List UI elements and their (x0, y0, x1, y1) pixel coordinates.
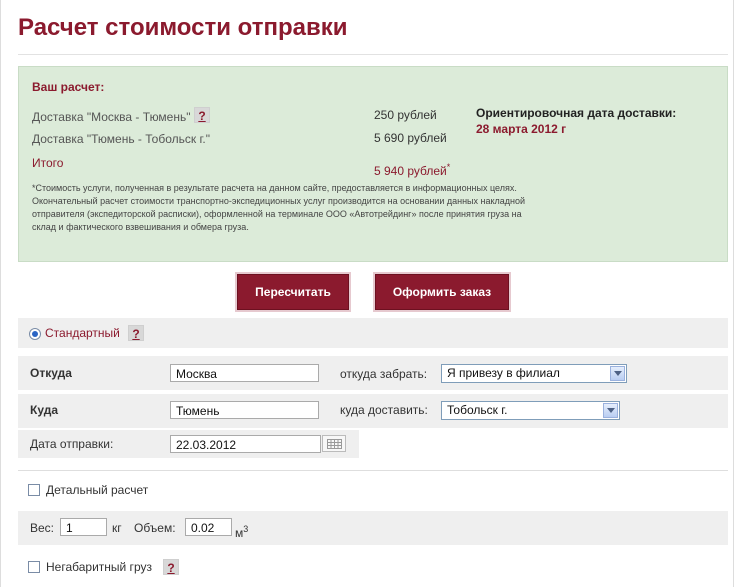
tariff-help-icon[interactable]: ? (128, 325, 144, 341)
pickup-chevron-down-icon[interactable] (610, 366, 625, 381)
send-date-label: Дата отправки: (30, 437, 114, 451)
total-price-value: 5 940 рублей (374, 164, 447, 178)
pickup-label: откуда забрать: (340, 367, 428, 381)
disclaimer-note: *Стоимость услуги, полученная в результа… (32, 183, 526, 232)
place-order-button[interactable]: Оформить заказ (375, 274, 509, 310)
calculation-result-panel: Ваш расчет: Доставка "Москва - Тюмень" ?… (18, 66, 728, 262)
volume-unit: м3 (235, 524, 248, 540)
from-label: Откуда (30, 366, 72, 380)
title-divider (18, 54, 728, 55)
pickup-select-value: Я привезу в филиал (447, 366, 560, 380)
total-price: 5 940 рублей* (374, 162, 450, 178)
to-label: Куда (30, 403, 58, 417)
delivery-chevron-down-icon[interactable] (603, 403, 618, 418)
volume-unit-text: м (235, 526, 244, 540)
oversize-label[interactable]: Негабаритный груз (46, 560, 152, 574)
tariff-standard-label[interactable]: Стандартный (45, 326, 120, 340)
delivery-date-value: 28 марта 2012 г (476, 122, 567, 136)
route-1-help-icon[interactable]: ? (194, 107, 210, 123)
weight-input[interactable]: 1 (60, 518, 107, 536)
cargo-band (18, 511, 728, 545)
total-label: Итого (32, 156, 64, 170)
to-city-input[interactable]: Тюмень (170, 401, 319, 419)
section-divider (18, 470, 728, 471)
detailed-calc-checkbox[interactable] (28, 484, 40, 496)
route-2-price: 5 690 рублей (374, 131, 447, 145)
pickup-select[interactable]: Я привезу в филиал (441, 364, 627, 383)
send-date-input[interactable]: 22.03.2012 (170, 435, 321, 453)
tariff-standard-radio[interactable] (29, 328, 41, 340)
route-2-label: Доставка "Тюмень - Тобольск г." (32, 132, 210, 146)
volume-label: Объем: (134, 521, 176, 535)
oversize-help-icon[interactable]: ? (163, 559, 179, 575)
calendar-icon[interactable] (322, 435, 346, 452)
delivery-select-value: Тобольск г. (447, 403, 508, 417)
detailed-calc-label[interactable]: Детальный расчет (46, 483, 148, 497)
delivery-label: куда доставить: (340, 403, 428, 417)
page-title: Расчет стоимости отправки (18, 14, 348, 41)
total-footnote-mark: * (446, 162, 451, 172)
tariff-band (18, 318, 728, 348)
oversize-checkbox[interactable] (28, 561, 40, 573)
weight-label: Вес: (30, 521, 55, 535)
delivery-select[interactable]: Тобольск г. (441, 401, 620, 420)
from-city-input[interactable]: Москва (170, 364, 319, 382)
volume-input[interactable]: 0.02 (185, 518, 232, 536)
route-1-price: 250 рублей (374, 108, 437, 122)
recalculate-button[interactable]: Пересчитать (237, 274, 349, 310)
volume-unit-exponent: 3 (243, 524, 249, 534)
route-1-label: Доставка "Москва - Тюмень" (32, 110, 191, 124)
result-title: Ваш расчет: (32, 80, 105, 94)
weight-unit: кг (112, 521, 122, 535)
delivery-date-header: Ориентировочная дата доставки: (476, 106, 677, 120)
